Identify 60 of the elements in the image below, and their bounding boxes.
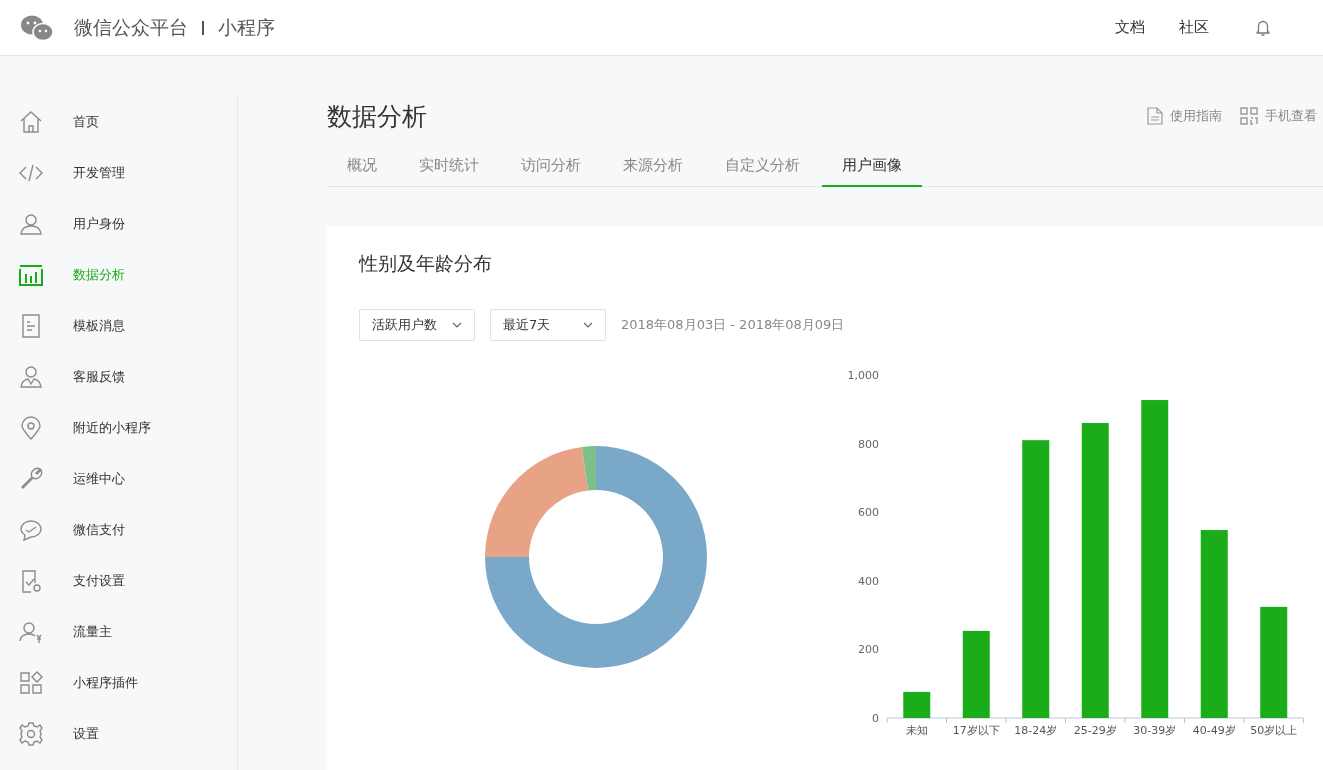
sidebar-item[interactable]: 模板消息 [0, 300, 237, 351]
settings-icon [19, 721, 43, 746]
header-action-link[interactable]: 手机查看 [1240, 107, 1317, 125]
sidebar-item[interactable]: 流量主 [0, 606, 237, 657]
document-icon [19, 313, 43, 338]
sidebar-item[interactable]: 客服反馈 [0, 351, 237, 402]
sidebar-item[interactable]: 运维中心 [0, 453, 237, 504]
dropdown[interactable]: 最近7天 [490, 309, 606, 341]
axis-category-label: 未知 [905, 724, 928, 737]
axis-category-label: 40-49岁 [1192, 724, 1236, 737]
header-action-link[interactable]: 使用指南 [1147, 107, 1222, 125]
tab[interactable]: 实时统计 [399, 156, 499, 187]
location-pin-icon [19, 415, 43, 440]
sidebar-item[interactable]: 开发管理 [0, 147, 237, 198]
axis-category-label: 50岁以上 [1250, 724, 1298, 737]
axis-tick-label: 0 [872, 712, 879, 725]
platform-name: 微信公众平台 [74, 14, 188, 40]
sidebar-item[interactable]: 用户身份 [0, 198, 237, 249]
bar-chart-icon [19, 262, 43, 287]
sidebar-item[interactable]: 设置 [0, 708, 237, 759]
tab[interactable]: 用户画像 [822, 156, 922, 187]
sidebar-item[interactable]: 首页 [0, 96, 237, 147]
person-icon [19, 211, 43, 236]
axis-tick-label: 400 [858, 574, 879, 588]
axis-tick-label: 800 [858, 437, 879, 451]
person-icon [19, 364, 43, 389]
chevron-down-icon [583, 322, 593, 328]
header-link[interactable]: 社区 [1179, 18, 1209, 37]
date-range: 2018年08月03日 - 2018年08月09日 [621, 316, 845, 334]
sidebar-item[interactable]: 附近的小程序 [0, 402, 237, 453]
chevron-down-icon [452, 322, 462, 328]
axis-category-label: 30-39岁 [1133, 724, 1177, 737]
tab[interactable]: 概况 [327, 156, 397, 187]
card-title: 性别及年龄分布 [359, 251, 493, 276]
axis-category-label: 17岁以下 [952, 724, 1000, 737]
qr-code-icon [1240, 107, 1258, 125]
axis-tick-label: 200 [858, 643, 879, 657]
document-icon [1147, 107, 1163, 125]
axis-category-label: 18-24岁 [1014, 724, 1058, 737]
chat-check-icon [19, 517, 43, 542]
axis-tick-label: 600 [858, 506, 879, 520]
tab[interactable]: 来源分析 [603, 156, 703, 187]
product-name: 小程序 [217, 14, 275, 40]
person-yen-icon [19, 619, 43, 644]
wrench-icon [19, 466, 43, 491]
header-link[interactable]: 文档 [1115, 18, 1145, 37]
sidebar-item[interactable]: 微信支付 [0, 504, 237, 555]
sidebar-item[interactable]: 支付设置 [0, 555, 237, 606]
phone-gear-icon [19, 568, 43, 593]
axis-tick-label: 1,000 [847, 369, 879, 382]
dropdown[interactable]: 活跃用户数 [359, 309, 475, 341]
chat-bubbles-icon [20, 13, 54, 42]
tab[interactable]: 访问分析 [501, 156, 601, 187]
tab[interactable]: 自定义分析 [705, 156, 820, 187]
sidebar-item[interactable]: 小程序插件 [0, 657, 237, 708]
bar [903, 691, 931, 718]
axis-category-label: 25-29岁 [1073, 724, 1117, 737]
blocks-icon [19, 670, 43, 695]
page-title: 数据分析 [327, 100, 428, 133]
house-icon [19, 109, 43, 134]
